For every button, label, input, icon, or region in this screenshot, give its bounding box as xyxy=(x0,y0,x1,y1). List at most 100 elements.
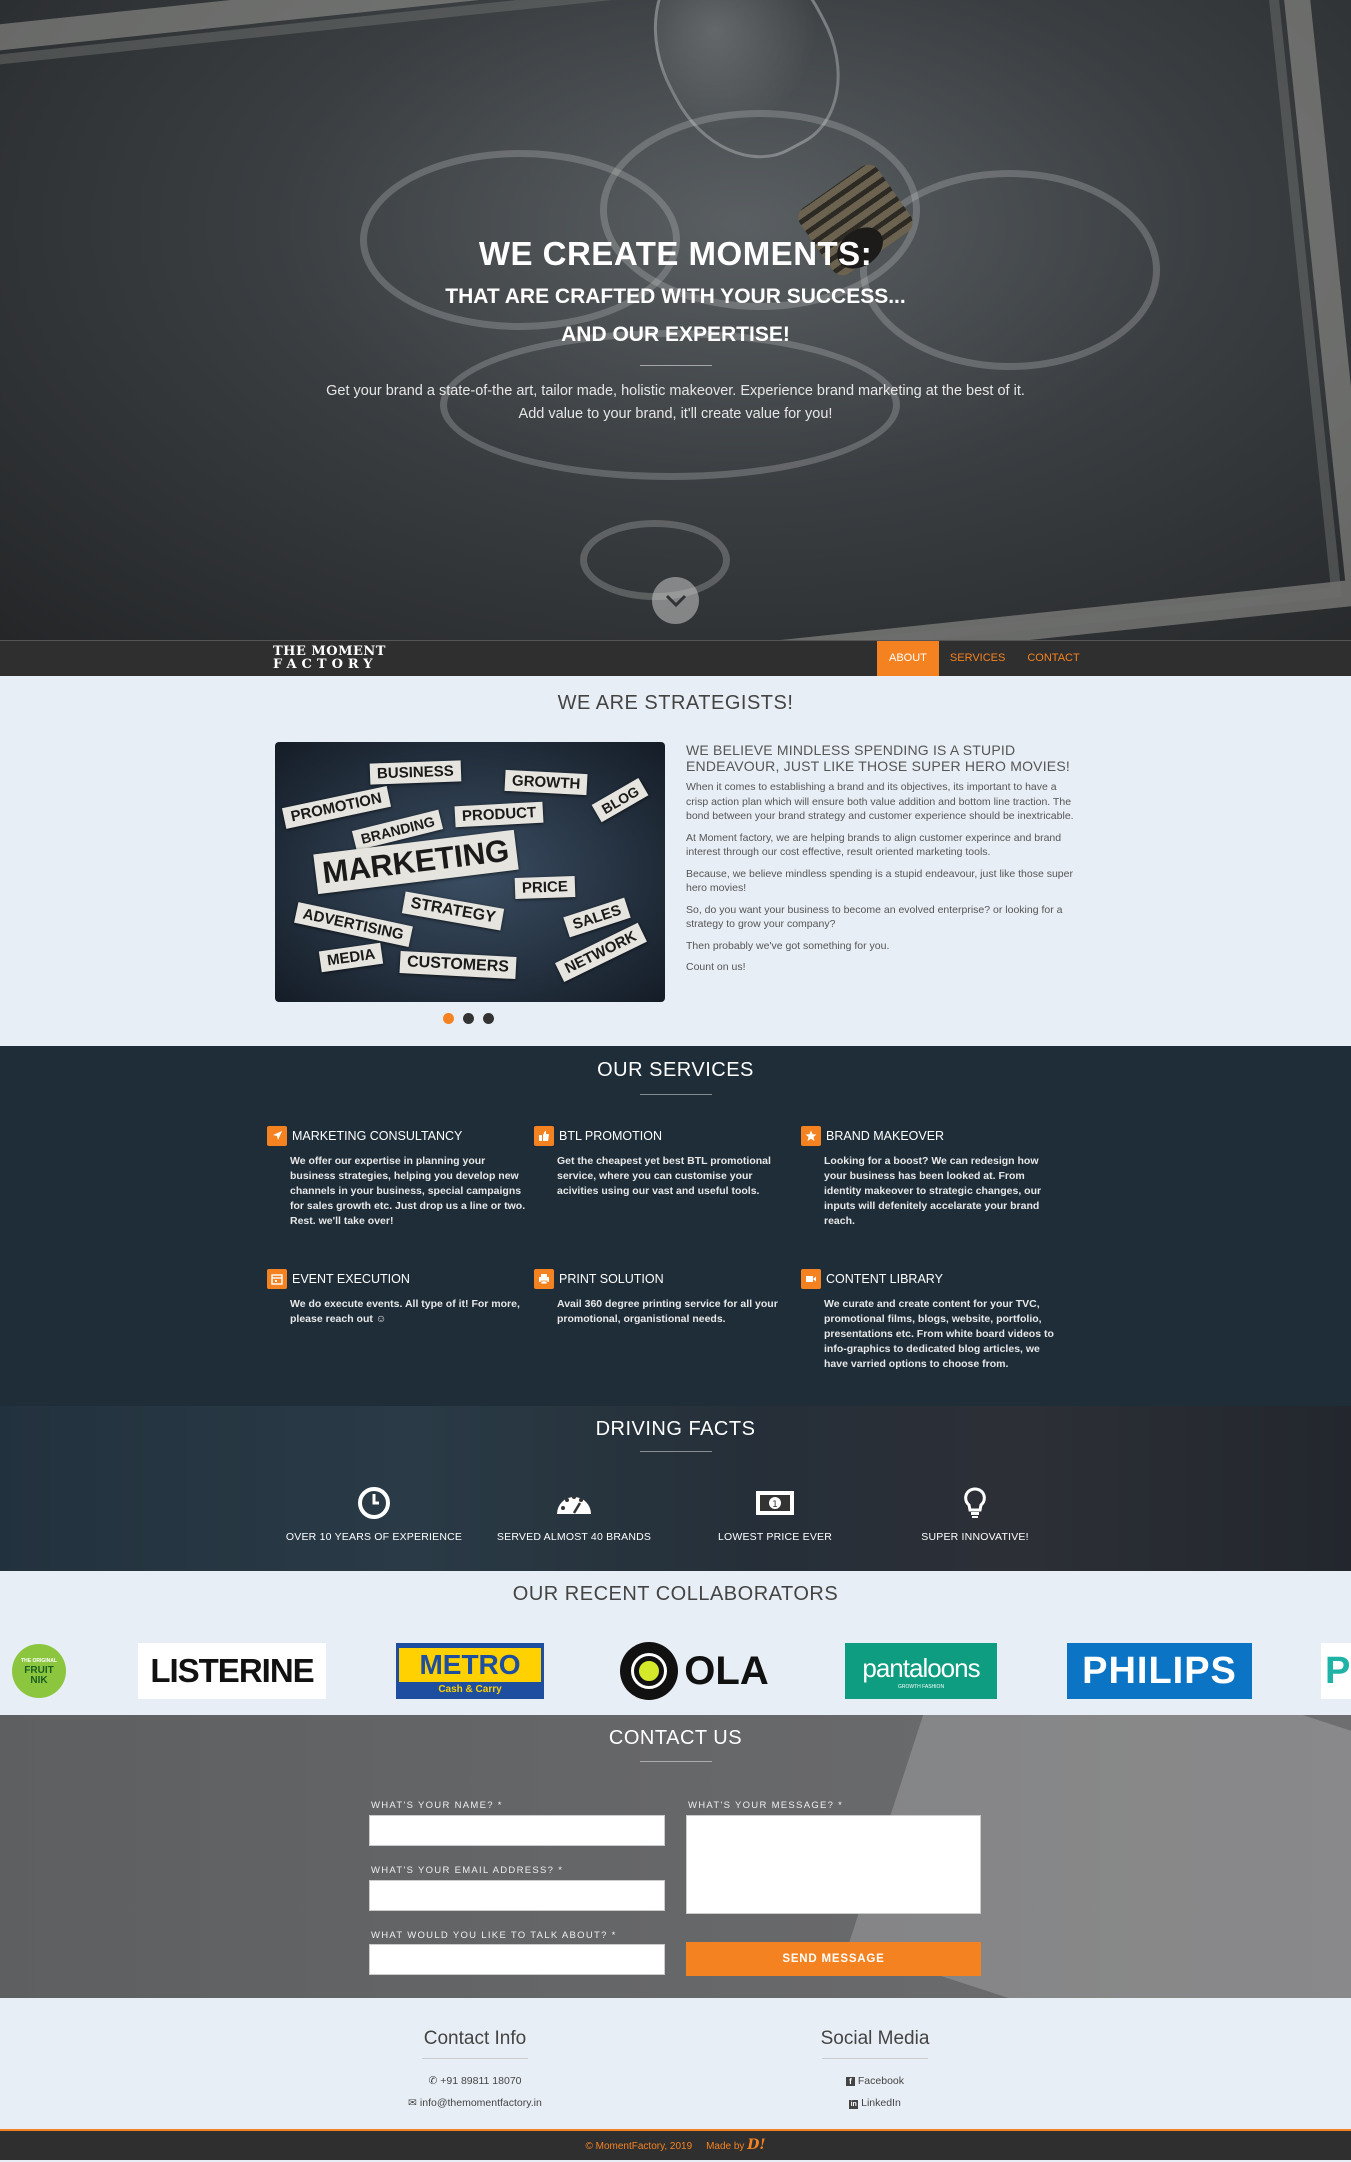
email-label: WHAT'S YOUR EMAIL ADDRESS? * xyxy=(371,1865,564,1876)
contact-info-title: Contact Info xyxy=(423,2028,527,2049)
contact-section: CONTACT US WHAT'S YOUR NAME? * WHAT'S YO… xyxy=(0,1715,1351,1998)
email-input[interactable] xyxy=(369,1880,665,1911)
hero-divider xyxy=(639,365,712,366)
facts-section: DRIVING FACTS OVER 10 YEARS OF EXPERIENC… xyxy=(0,1406,1351,1571)
service-description: We offer our expertise in planning your … xyxy=(290,1155,526,1227)
money-icon: 1 xyxy=(756,1491,794,1515)
service-item: BRAND MAKEOVER Looking for a boost? We c… xyxy=(801,1126,1061,1229)
brand-logo[interactable]: THE MOMENT FACTORY xyxy=(273,645,386,671)
image-word: PROMOTION xyxy=(281,786,391,829)
philips-logo: PHILIPS xyxy=(1067,1643,1252,1699)
nav-services[interactable]: SERVICES xyxy=(939,641,1016,676)
navbar: THE MOMENT FACTORY ABOUT SERVICES CONTAC… xyxy=(0,640,1351,676)
linkedin-icon: in xyxy=(849,2100,859,2109)
service-name: PRINT SOLUTION xyxy=(559,1272,664,1286)
svg-text:1: 1 xyxy=(772,1500,778,1510)
about-title: WE ARE STRATEGISTS! xyxy=(557,692,794,714)
metro-logo: METRO Cash & Carry xyxy=(396,1643,544,1699)
facebook-item: f Facebook xyxy=(725,2075,1025,2087)
linkedin-link[interactable]: LinkedIn xyxy=(861,2097,901,2109)
topic-input[interactable] xyxy=(369,1944,665,1975)
collaborators-section: OUR RECENT COLLABORATORS THE ORIGINAL FR… xyxy=(0,1571,1351,1715)
services-divider xyxy=(639,1094,712,1095)
service-description: We curate and create content for your TV… xyxy=(824,1298,1054,1370)
image-word: MARKETING xyxy=(313,829,519,895)
chevron-down-icon xyxy=(665,594,686,607)
facts-divider xyxy=(639,1451,712,1452)
service-name: BTL PROMOTION xyxy=(559,1129,663,1143)
image-word: STRATEGY xyxy=(401,891,505,931)
about-paragraph: Count on us! xyxy=(686,961,746,973)
send-message-button[interactable]: SEND MESSAGE xyxy=(686,1942,981,1976)
name-label: WHAT'S YOUR NAME? * xyxy=(371,1800,503,1811)
service-description: Get the cheapest yet best BTL promotiona… xyxy=(557,1155,771,1197)
about-paragraph: At Moment factory, we are helping brands… xyxy=(686,831,1062,859)
message-textarea[interactable] xyxy=(686,1815,981,1914)
dashboard-icon xyxy=(557,1495,591,1514)
philips-name: PHILIPS xyxy=(1082,1649,1237,1692)
facebook-link[interactable]: Facebook xyxy=(858,2075,904,2087)
fact-label: OVER 10 YEARS OF EXPERIENCE xyxy=(285,1531,463,1543)
clock-icon xyxy=(358,1487,390,1519)
hero-title: WE CREATE MOMENTS: xyxy=(478,235,873,272)
partial-logo: P xyxy=(1321,1643,1351,1699)
carousel-dot-3[interactable] xyxy=(483,1013,494,1024)
message-label: WHAT'S YOUR MESSAGE? * xyxy=(688,1800,844,1811)
email-item: ✉ info@themomentfactory.in xyxy=(325,2097,625,2109)
hero-section: WE CREATE MOMENTS: THAT ARE CRAFTED WITH… xyxy=(0,0,1351,640)
thumbs-up-icon xyxy=(534,1126,554,1146)
hero-text-2: Add value to your brand, it'll create va… xyxy=(518,406,833,422)
about-heading: WE BELIEVE MINDLESS SPENDING IS A STUPID… xyxy=(686,742,1070,774)
scroll-down-button[interactable] xyxy=(652,577,699,624)
image-word: BUSINESS xyxy=(369,760,462,785)
about-paragraph: Then probably we've got something for yo… xyxy=(686,939,890,952)
linkedin-item: in LinkedIn xyxy=(725,2097,1025,2109)
name-input[interactable] xyxy=(369,1815,665,1846)
nav-links: ABOUT SERVICES CONTACT xyxy=(877,641,1091,676)
listerine-logo: LISTERINE xyxy=(138,1643,326,1699)
listerine-name: LISTERINE xyxy=(150,1652,314,1689)
metro-sub: Cash & Carry xyxy=(438,1683,502,1695)
social-divider xyxy=(822,2058,928,2059)
phone-number: +91 89811 18070 xyxy=(440,2075,522,2087)
copyright-text: © MomentFactory, 2019 xyxy=(585,2141,693,2152)
phone-item: ✆ +91 89811 18070 xyxy=(325,2075,625,2087)
fact-item: OVER 10 YEARS OF EXPERIENCE xyxy=(284,1486,464,1543)
brand-line-2: FACTORY xyxy=(273,657,378,672)
hero-text-1: Get your brand a state-of-the art, tailo… xyxy=(326,383,1025,399)
hero-text: WE CREATE MOMENTS: THAT ARE CRAFTED WITH… xyxy=(0,235,1351,426)
about-section: WE ARE STRATEGISTS! BUSINESS GROWTH PROM… xyxy=(0,676,1351,1046)
image-word: GROWTH xyxy=(504,769,588,796)
service-name: CONTENT LIBRARY xyxy=(826,1272,943,1286)
ola-name: OLA xyxy=(684,1648,769,1693)
services-section: OUR SERVICES MARKETING CONSULTANCY We of… xyxy=(0,1046,1351,1406)
collaborators-title: OUR RECENT COLLABORATORS xyxy=(512,1583,839,1605)
topic-label: WHAT WOULD YOU LIKE TO TALK ABOUT? * xyxy=(371,1930,617,1941)
contact-divider xyxy=(639,1761,712,1762)
email-link[interactable]: info@themomentfactory.in xyxy=(420,2097,542,2109)
service-name: EVENT EXECUTION xyxy=(292,1272,410,1286)
made-by-text: Made by xyxy=(706,2141,745,2152)
nav-about[interactable]: ABOUT xyxy=(877,641,939,676)
calendar-icon xyxy=(267,1269,287,1289)
fact-label: SUPER INNOVATIVE! xyxy=(921,1531,1029,1543)
fact-item: SUPER INNOVATIVE! xyxy=(885,1486,1065,1543)
social-media-title: Social Media xyxy=(820,2028,930,2049)
service-item: EVENT EXECUTION We do execute events. Al… xyxy=(267,1269,527,1327)
hero-subtitle-1: THAT ARE CRAFTED WITH YOUR SUCCESS... xyxy=(445,285,906,308)
ola-logo: OLA xyxy=(612,1642,777,1700)
footer-info-section: Contact Info ✆ +91 89811 18070 ✉ info@th… xyxy=(0,1998,1351,2129)
marketing-words-image: BUSINESS GROWTH PROMOTION BRANDING PRODU… xyxy=(275,742,665,1002)
phone-icon: ✆ xyxy=(428,2075,438,2087)
pantaloons-name: pantaloons xyxy=(862,1652,980,1683)
carousel-dot-1[interactable] xyxy=(443,1013,454,1024)
fact-label: SERVED ALMOST 40 BRANDS xyxy=(496,1531,652,1543)
maker-logo[interactable]: D! xyxy=(747,2137,765,2153)
hero-subtitle-2: AND OUR EXPERTISE! xyxy=(561,323,790,346)
carousel-dot-2[interactable] xyxy=(463,1013,474,1024)
service-name: BRAND MAKEOVER xyxy=(826,1129,945,1143)
nav-contact[interactable]: CONTACT xyxy=(1016,641,1090,676)
pantaloons-logo: pantaloons GROWTH FASHION xyxy=(845,1643,997,1699)
facts-title: DRIVING FACTS xyxy=(595,1418,756,1440)
service-item: CONTENT LIBRARY We curate and create con… xyxy=(801,1269,1061,1372)
